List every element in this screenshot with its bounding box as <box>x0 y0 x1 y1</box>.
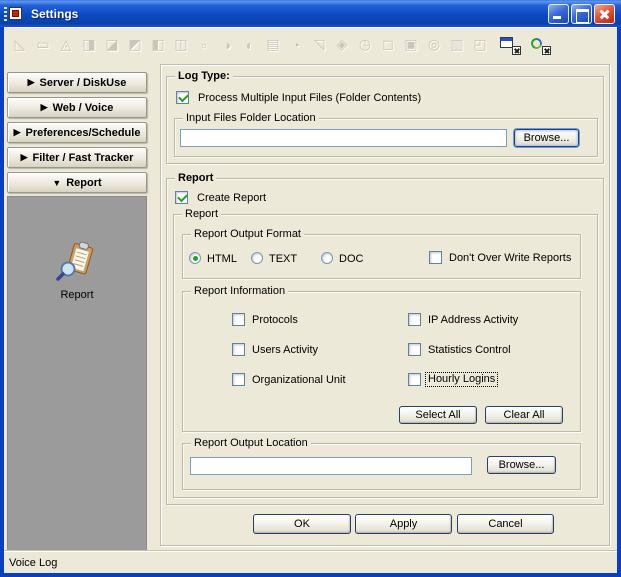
chevron-down-icon: ▼ <box>52 178 61 188</box>
report-clipboard-icon <box>55 241 99 283</box>
bar-chart-icon: ◻ <box>378 35 398 55</box>
monitor-icon: ▭ <box>33 35 53 55</box>
titlebar: Settings <box>0 0 621 27</box>
organizational-unit-checkbox[interactable] <box>232 373 245 386</box>
close-badge-icon <box>542 46 551 55</box>
history-icon: ◷ <box>355 35 375 55</box>
chevron-right-icon: ▶ <box>41 102 48 113</box>
window-title: Settings <box>31 7 78 21</box>
refresh-icon: ◔ <box>286 35 306 55</box>
ip-address-activity-label: IP Address Activity <box>428 314 518 327</box>
create-report-checkbox[interactable] <box>175 191 188 204</box>
output-location-field[interactable] <box>190 457 472 475</box>
search-ip-icon: ◪ <box>102 35 122 55</box>
search-ftp-icon: ◫ <box>171 35 191 55</box>
protocols-checkbox[interactable] <box>232 313 245 326</box>
sidebar-item-web-voice[interactable]: ▶ Web / Voice <box>7 97 147 118</box>
organizational-unit-label: Organizational Unit <box>252 374 346 387</box>
app-icon <box>8 6 24 22</box>
doc-radio-label: DOC <box>339 253 363 266</box>
statistics-control-label: Statistics Control <box>428 344 511 357</box>
close-badge-icon <box>512 46 521 55</box>
html-radio[interactable] <box>189 252 201 264</box>
document-icon: ▤ <box>263 35 283 55</box>
chevron-right-icon: ▶ <box>28 77 35 88</box>
app-icon-dots <box>4 7 7 21</box>
sidebar-item-label: Web / Voice <box>53 102 114 114</box>
ok-button[interactable]: OK <box>253 514 351 534</box>
protocols-label: Protocols <box>252 314 298 327</box>
chevron-right-icon: ▶ <box>21 152 28 163</box>
dont-overwrite-checkbox[interactable] <box>429 251 442 264</box>
hourly-logins-checkbox[interactable] <box>408 373 421 386</box>
output-location-group-title: Report Output Location <box>191 437 311 449</box>
ip-address-activity-checkbox[interactable] <box>408 313 421 326</box>
sidebar-item-label: Report <box>66 177 101 189</box>
sidebar-item-server-diskuse[interactable]: ▶ Server / DiskUse <box>7 72 147 93</box>
sidebar-panel: Report <box>7 196 147 551</box>
report-doc-icon: ▥ <box>447 35 467 55</box>
select-all-button[interactable]: Select All <box>399 406 477 424</box>
search-file-icon: ◨ <box>79 35 99 55</box>
toolbar: ◺ ▭ ◬ ◨ ◪ ◩ ◧ ◫ ▫ ◑ ◐ ▤ ◔ ◹ ◈ ◷ ◻ ▣ ◎ ▥ … <box>4 27 617 61</box>
html-radio-label: HTML <box>207 253 237 266</box>
close-button[interactable] <box>594 4 615 24</box>
fb-icon: ▫ <box>194 35 214 55</box>
settings-window: Settings ◺ ▭ ◬ ◨ ◪ ◩ ◧ ◫ ▫ ◑ ◐ ▤ ◔ ◹ ◈ ◷… <box>0 0 621 577</box>
input-folder-group-title: Input Files Folder Location <box>183 112 319 124</box>
search-f-icon: ◑ <box>217 35 237 55</box>
trend-icon: ◹ <box>309 35 329 55</box>
links-icon: ◈ <box>332 35 352 55</box>
close-window-icon[interactable] <box>499 35 521 55</box>
report-shortcut-label: Report <box>8 289 146 301</box>
search-host-icon: ◬ <box>56 35 76 55</box>
sidebar-item-report[interactable]: ▼ Report <box>7 172 147 193</box>
building-icon: ◰ <box>470 35 490 55</box>
window-icon: ▣ <box>401 35 421 55</box>
doc-radio[interactable] <box>321 252 333 264</box>
report-information-group-title: Report Information <box>191 285 288 297</box>
minimize-button[interactable] <box>548 4 569 24</box>
status-bar: Voice Log <box>4 551 617 573</box>
report-group-title: Report <box>175 172 216 184</box>
hourly-logins-label: Hourly Logins <box>426 373 497 386</box>
clear-all-button[interactable]: Clear All <box>485 406 563 424</box>
sync-icon: ◎ <box>424 35 444 55</box>
users-activity-label: Users Activity <box>252 344 318 357</box>
text-radio-label: TEXT <box>269 253 297 266</box>
process-multiple-checkbox[interactable] <box>176 91 189 104</box>
create-report-label: Create Report <box>197 192 266 205</box>
sidebar-item-label: Filter / Fast Tracker <box>33 152 134 164</box>
log-type-group-title: Log Type: <box>175 70 233 82</box>
window-controls <box>548 4 615 24</box>
search-email-icon: ◩ <box>125 35 145 55</box>
sidebar-item-preferences-schedule[interactable]: ▶ Preferences/Schedule <box>7 122 147 143</box>
output-format-group-title: Report Output Format <box>191 228 304 240</box>
sidebar-item-label: Preferences/Schedule <box>25 127 140 139</box>
chevron-right-icon: ▶ <box>14 127 21 138</box>
input-folder-browse-button[interactable]: Browse... <box>514 129 579 147</box>
edit-icon: ◺ <box>10 35 30 55</box>
close-app-icon[interactable] <box>529 35 551 55</box>
apply-button[interactable]: Apply <box>355 514 452 534</box>
process-multiple-label: Process Multiple Input Files (Folder Con… <box>198 92 421 105</box>
sidebar-item-filter-fast-tracker[interactable]: ▶ Filter / Fast Tracker <box>7 147 147 168</box>
text-radio[interactable] <box>251 252 263 264</box>
app-icon-red-square <box>12 10 19 17</box>
report-shortcut[interactable]: Report <box>8 241 146 301</box>
statistics-control-checkbox[interactable] <box>408 343 421 356</box>
sidebar-item-label: Server / DiskUse <box>40 77 127 89</box>
cancel-button[interactable]: Cancel <box>457 514 554 534</box>
users-activity-checkbox[interactable] <box>232 343 245 356</box>
search-l-icon: ◐ <box>240 35 260 55</box>
status-text: Voice Log <box>9 557 57 569</box>
output-location-browse-button[interactable]: Browse... <box>487 456 556 474</box>
search-news-icon: ◧ <box>148 35 168 55</box>
report-inner-group-title: Report <box>182 208 221 220</box>
maximize-button[interactable] <box>571 4 592 24</box>
input-folder-field[interactable] <box>180 129 507 147</box>
dont-overwrite-label: Don't Over Write Reports <box>449 252 571 265</box>
